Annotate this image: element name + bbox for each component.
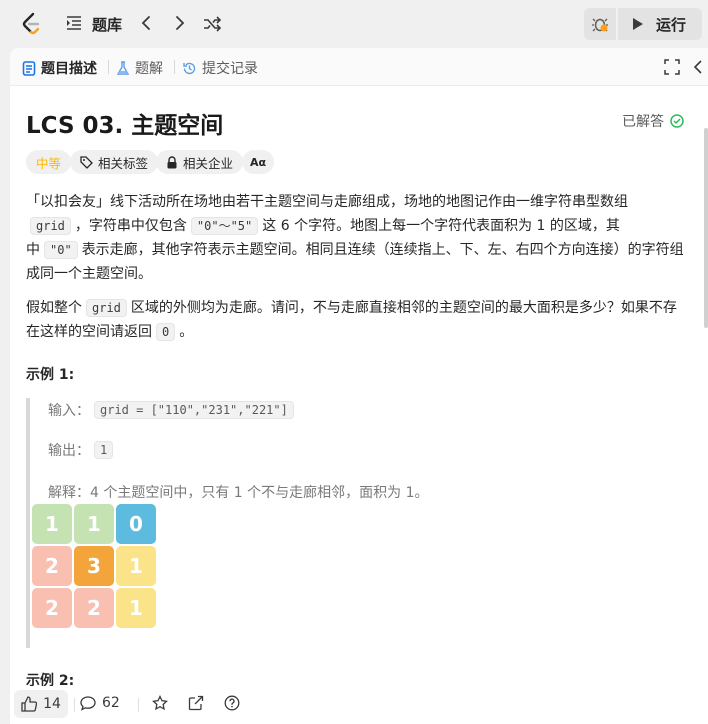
- tab-solutions[interactable]: 题解: [116, 58, 163, 78]
- description-paragraph-2: 假如整个 grid 区域的外侧均为走廊。请问，不与走廊直接相邻的主题空间的最大面积是…: [26, 296, 686, 344]
- chevron-left-icon[interactable]: [138, 14, 156, 32]
- chevron-right-icon[interactable]: [170, 14, 188, 32]
- inline-code: 0: [156, 323, 176, 341]
- thumbs-up-icon: [21, 696, 38, 712]
- description-content: LCS 03. 主题空间 已解答 中等 相关标签 相关企业 Aα 「以扣会友」线…: [10, 86, 708, 686]
- grid-cell: 2: [74, 588, 114, 628]
- desc-text: 「以扣会友」线下活动所在场地由若干主题空间与走廊组成，场地的地图记作由一维字符串…: [26, 194, 628, 210]
- history-icon: [183, 62, 196, 74]
- favorite-button[interactable]: [152, 695, 168, 711]
- run-label: 运行: [656, 15, 687, 34]
- panel-tabs: 题目描述 题解 提交记录: [10, 48, 708, 86]
- like-count: 14: [43, 696, 61, 712]
- solved-status: 已解答: [622, 111, 684, 131]
- tab-solutions-label: 题解: [135, 61, 163, 77]
- desc-text: 。: [179, 324, 194, 340]
- chevron-left-icon[interactable]: [692, 59, 706, 75]
- tab-divider: [174, 60, 175, 74]
- page-title: LCS 03. 主题空间: [26, 113, 224, 139]
- inline-code: grid: [30, 217, 71, 235]
- inline-code: "0": [44, 241, 78, 259]
- example-explanation: 解释：4 个主题空间中，只有 1 个不与走廊相邻，面积为 1。: [48, 485, 429, 501]
- inline-code: grid: [86, 299, 127, 317]
- font-toggle-button[interactable]: Aα: [242, 150, 275, 174]
- lock-icon: [167, 155, 177, 168]
- problem-bank-title[interactable]: 题库: [92, 14, 122, 35]
- comments-button[interactable]: 62: [80, 695, 120, 711]
- check-circle-icon: [670, 114, 684, 128]
- grid-cell: 1: [32, 504, 72, 544]
- question-circle-icon: [224, 695, 240, 711]
- bottom-action-bar: 14 62: [10, 686, 708, 724]
- footer-divider: [138, 698, 139, 712]
- comment-count: 62: [102, 695, 120, 711]
- tab-divider: [108, 60, 109, 74]
- example-output: 输出： 1: [48, 440, 117, 460]
- top-bar: 题库 运行: [0, 0, 708, 48]
- tab-description-label: 题目描述: [41, 61, 97, 77]
- example-input: 输入： grid = ["110","231","221"]: [48, 400, 298, 420]
- input-code: grid = ["110","231","221"]: [94, 401, 294, 419]
- tab-submissions[interactable]: 提交记录: [182, 58, 258, 78]
- grid-cell: 2: [32, 546, 72, 586]
- tag-icon: [80, 155, 93, 169]
- related-companies-label: 相关企业: [183, 155, 234, 171]
- leetcode-logo-icon[interactable]: [20, 12, 42, 36]
- grid-cell: 2: [32, 588, 72, 628]
- related-tags-button[interactable]: 相关标签: [70, 150, 159, 174]
- output-label: 输出：: [48, 443, 90, 459]
- debug-button[interactable]: [584, 8, 616, 40]
- like-button[interactable]: 14: [14, 690, 68, 718]
- solved-label: 已解答: [622, 114, 664, 130]
- comment-icon: [80, 696, 96, 711]
- flask-icon: [116, 60, 130, 75]
- grid-cell: 1: [116, 588, 156, 628]
- related-companies-button[interactable]: 相关企业: [156, 150, 244, 174]
- desc-text: 假如整个: [26, 300, 82, 316]
- star-icon: [152, 695, 168, 711]
- footer-divider: [74, 698, 75, 712]
- tab-description[interactable]: 题目描述: [22, 58, 97, 78]
- desc-text: ，字符串中仅包含: [74, 218, 187, 234]
- description-paragraph-1: 「以扣会友」线下活动所在场地由若干主题空间与走廊组成，场地的地图记作由一维字符串…: [26, 190, 686, 286]
- input-label: 输入：: [48, 403, 90, 419]
- inline-code: "0"～"5": [190, 217, 259, 235]
- fullscreen-icon[interactable]: [664, 59, 680, 75]
- tab-submissions-label: 提交记录: [202, 61, 258, 77]
- share-button[interactable]: [188, 695, 204, 711]
- run-button[interactable]: 运行: [618, 8, 702, 40]
- shuffle-icon[interactable]: [202, 14, 222, 34]
- translate-icon: Aα: [250, 155, 267, 169]
- difficulty-badge: 中等: [26, 150, 72, 174]
- scrollbar[interactable]: [704, 128, 708, 328]
- related-tags-label: 相关标签: [98, 155, 149, 171]
- description-panel: 题目描述 题解 提交记录 LCS 03. 主题空间 已解答 中等 相关标签 相关…: [10, 48, 708, 724]
- example-1-heading: 示例 1:: [26, 367, 75, 383]
- play-icon: [633, 18, 643, 30]
- problem-list-icon[interactable]: [66, 15, 82, 31]
- desc-text: 表示走廊，其他字符表示主题空间。相同且连续（连续指上、下、左、右四个方向连接）的…: [26, 242, 684, 282]
- document-icon: [22, 60, 36, 76]
- bug-icon: [592, 18, 608, 32]
- output-code: 1: [94, 441, 114, 459]
- grid-cell: 1: [74, 504, 114, 544]
- help-button[interactable]: [224, 695, 240, 711]
- share-icon: [188, 695, 204, 711]
- example-2-heading: 示例 2:: [26, 673, 75, 686]
- grid-cell: 1: [116, 546, 156, 586]
- grid-cell: 3: [74, 546, 114, 586]
- grid-cell: 0: [116, 504, 156, 544]
